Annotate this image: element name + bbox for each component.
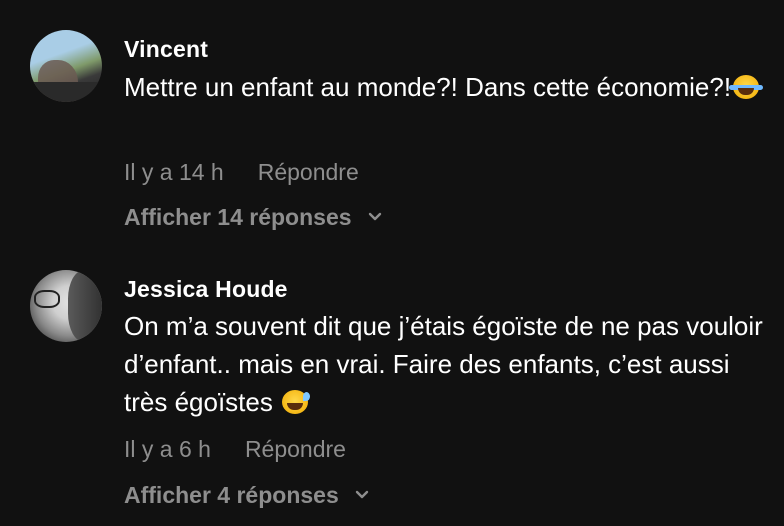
face-with-tears-of-joy-icon bbox=[729, 75, 764, 99]
avatar[interactable] bbox=[30, 30, 102, 102]
chevron-down-icon bbox=[355, 490, 369, 499]
comment-meta: Il y a 6 h Répondre bbox=[124, 436, 346, 463]
reply-button[interactable]: Répondre bbox=[258, 159, 359, 186]
chevron-down-icon bbox=[368, 212, 382, 221]
comment-author[interactable]: Vincent bbox=[124, 36, 208, 63]
comment-text-content: Mettre un enfant au monde?! Dans cette é… bbox=[124, 72, 732, 102]
comment-text-content: On m’a souvent dit que j’étais égoïste d… bbox=[124, 311, 763, 417]
avatar-photo-detail bbox=[30, 82, 102, 102]
comment-timestamp: Il y a 6 h bbox=[124, 436, 211, 462]
comment-text: Mettre un enfant au monde?! Dans cette é… bbox=[124, 68, 764, 106]
avatar[interactable] bbox=[30, 270, 102, 342]
avatar-photo bbox=[68, 270, 102, 342]
view-replies-label: Afficher 14 réponses bbox=[124, 204, 352, 230]
view-replies-label: Afficher 4 réponses bbox=[124, 482, 339, 508]
comment-text: On m’a souvent dit que j’étais égoïste d… bbox=[124, 307, 764, 421]
grinning-face-with-sweat-icon bbox=[282, 390, 311, 414]
comment-meta: Il y a 14 h Répondre bbox=[124, 159, 359, 186]
comment-author[interactable]: Jessica Houde bbox=[124, 276, 288, 303]
comment-timestamp: Il y a 14 h bbox=[124, 159, 224, 185]
reply-button[interactable]: Répondre bbox=[245, 436, 346, 463]
avatar-photo-detail bbox=[34, 290, 60, 308]
view-replies-button[interactable]: Afficher 4 réponses bbox=[124, 482, 369, 509]
view-replies-button[interactable]: Afficher 14 réponses bbox=[124, 204, 382, 231]
